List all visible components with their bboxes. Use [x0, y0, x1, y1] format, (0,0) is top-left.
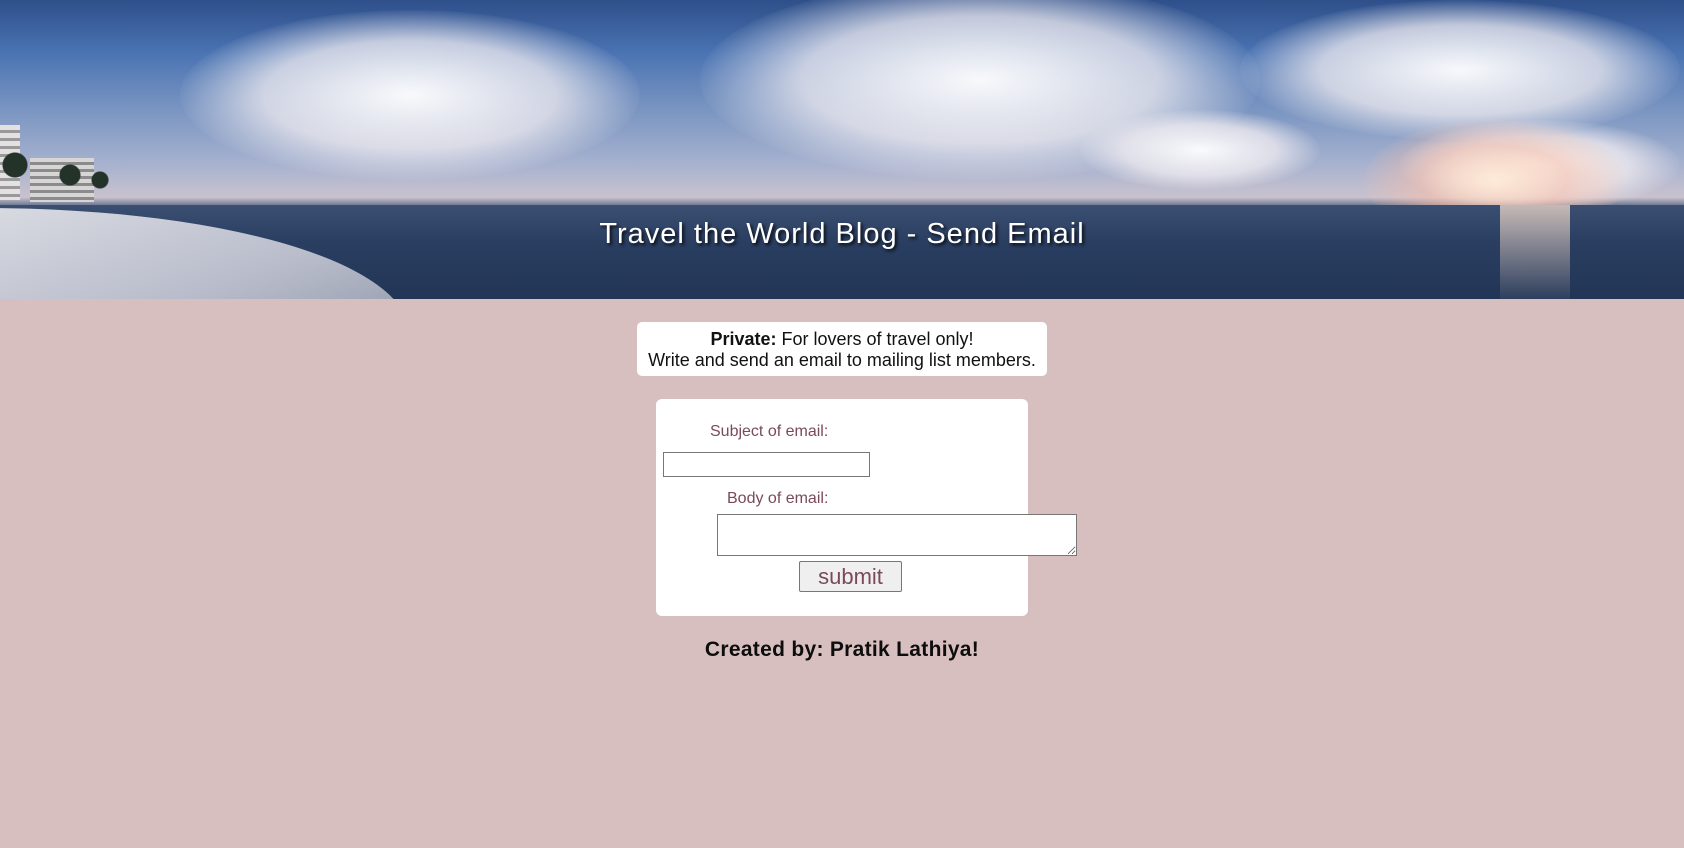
submit-button[interactable]: submit: [799, 561, 902, 592]
banner-cloud: [1080, 110, 1320, 190]
banner-palm-trees: [0, 150, 110, 202]
notice-line-1-text: For lovers of travel only!: [776, 329, 974, 349]
page-title: Travel the World Blog - Send Email: [599, 218, 1085, 250]
banner-cloud: [1240, 0, 1680, 140]
notice-line-2: Write and send an email to mailing list …: [648, 350, 1036, 370]
subject-input[interactable]: [663, 452, 870, 477]
footer-credit: Created by: Pratik Lathiya!: [704, 638, 980, 661]
notice-line-1: Private: For lovers of travel only!: [637, 329, 1047, 350]
subject-label: Subject of email:: [710, 423, 829, 440]
body-label: Body of email:: [727, 490, 829, 507]
notice-private-label: Private:: [710, 329, 777, 349]
private-notice: Private: For lovers of travel only! Writ…: [637, 322, 1047, 376]
body-textarea[interactable]: [717, 514, 1077, 556]
header-banner: Travel the World Blog - Send Email: [0, 0, 1684, 299]
banner-cloud: [180, 10, 640, 180]
